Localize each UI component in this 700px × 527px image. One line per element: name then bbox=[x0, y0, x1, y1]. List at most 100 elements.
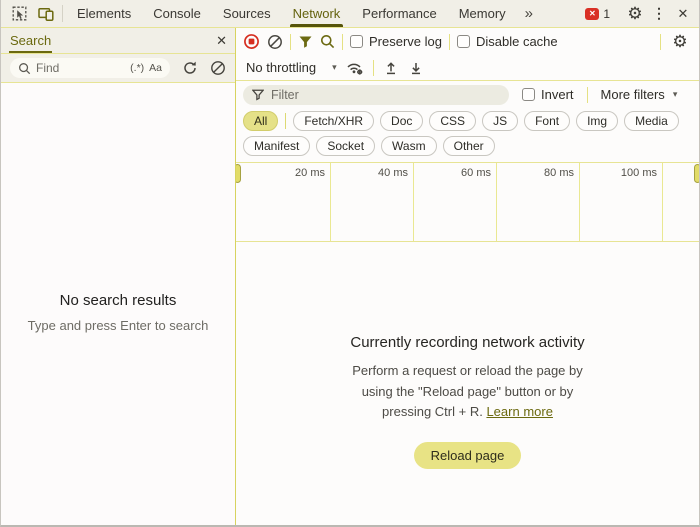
filter-chip-img[interactable]: Img bbox=[576, 111, 618, 131]
toolbar-divider bbox=[660, 34, 661, 50]
disable-cache-checkbox-group[interactable]: Disable cache bbox=[457, 34, 558, 49]
device-toolbar-button[interactable] bbox=[33, 0, 59, 27]
funnel-icon bbox=[252, 89, 264, 101]
download-icon bbox=[408, 60, 424, 76]
toolbar-divider bbox=[62, 5, 63, 22]
toolbar-divider bbox=[342, 34, 343, 50]
invert-checkbox-group[interactable]: Invert bbox=[522, 87, 574, 102]
timeline-gridline bbox=[413, 163, 414, 241]
filter-chip-css[interactable]: CSS bbox=[429, 111, 476, 131]
filter-chip-fetch-xhr[interactable]: Fetch/XHR bbox=[293, 111, 374, 131]
filter-toggle-button[interactable] bbox=[298, 35, 313, 49]
filter-chip-wasm[interactable]: Wasm bbox=[381, 136, 437, 156]
regex-toggle[interactable]: (.*) bbox=[130, 62, 144, 74]
no-results-subtitle: Type and press Enter to search bbox=[28, 318, 209, 333]
settings-gear-icon[interactable]: ⚙ bbox=[623, 1, 647, 27]
preserve-log-label: Preserve log bbox=[369, 34, 442, 49]
timeline-tick-label: 60 ms bbox=[461, 167, 496, 179]
network-empty-state: Currently recording network activity Per… bbox=[236, 242, 699, 527]
network-panel: Preserve log Disable cache ⚙ No throttli… bbox=[236, 28, 699, 527]
tab-sources[interactable]: Sources bbox=[212, 0, 282, 27]
search-panel-title: Search bbox=[9, 28, 52, 53]
throttling-value: No throttling bbox=[246, 60, 316, 75]
recording-instructions: Perform a request or reload the page by … bbox=[352, 361, 583, 423]
reload-page-button[interactable]: Reload page bbox=[414, 442, 522, 469]
recording-title: Currently recording network activity bbox=[350, 334, 584, 351]
search-panel: Search ✕ (.*) Aa bbox=[1, 28, 236, 527]
tab-elements[interactable]: Elements bbox=[66, 0, 142, 27]
toolbar-divider bbox=[587, 87, 588, 103]
timeline-tick-label: 80 ms bbox=[544, 167, 579, 179]
search-icon bbox=[18, 62, 31, 75]
chip-divider bbox=[285, 113, 286, 129]
close-devtools-button[interactable]: ✕ bbox=[671, 1, 695, 27]
devtools-tab-bar: ElementsConsoleSourcesNetworkPerformance… bbox=[1, 0, 699, 28]
network-toolbar-main: Preserve log Disable cache ⚙ bbox=[236, 28, 699, 55]
toolbar-divider bbox=[290, 34, 291, 50]
kebab-menu-icon[interactable]: ⋮ bbox=[647, 1, 671, 27]
match-case-toggle[interactable]: Aa bbox=[149, 62, 162, 74]
network-settings-gear-icon[interactable]: ⚙ bbox=[668, 29, 692, 55]
find-input-wrap: (.*) Aa bbox=[10, 58, 170, 78]
funnel-icon bbox=[298, 35, 313, 49]
throttling-select[interactable]: No throttling ▾ bbox=[245, 60, 337, 75]
filter-chip-font[interactable]: Font bbox=[524, 111, 570, 131]
find-input[interactable] bbox=[36, 61, 125, 75]
export-har-button[interactable] bbox=[408, 60, 424, 76]
error-badge[interactable]: ✕ 1 bbox=[579, 7, 616, 21]
search-network-button[interactable] bbox=[320, 34, 335, 49]
network-toolbar-conditions: No throttling ▾ bbox=[236, 55, 699, 81]
filter-input[interactable] bbox=[271, 88, 500, 102]
preserve-log-checkbox[interactable] bbox=[350, 35, 363, 48]
filter-chip-js[interactable]: JS bbox=[482, 111, 518, 131]
learn-more-link[interactable]: Learn more bbox=[486, 404, 552, 419]
more-filters-button[interactable]: More filters ▾ bbox=[601, 87, 683, 102]
filter-chip-all[interactable]: All bbox=[243, 111, 278, 131]
filter-chip-manifest[interactable]: Manifest bbox=[243, 136, 310, 156]
instruction-line: using the "Reload page" button or by bbox=[352, 382, 583, 403]
tab-performance[interactable]: Performance bbox=[351, 0, 447, 27]
import-har-button[interactable] bbox=[383, 60, 399, 76]
clear-icon bbox=[210, 60, 226, 76]
error-count: 1 bbox=[603, 7, 610, 21]
filter-chip-doc[interactable]: Doc bbox=[380, 111, 423, 131]
tab-network[interactable]: Network bbox=[282, 0, 352, 27]
clear-icon bbox=[267, 34, 283, 50]
timeline-tick-label: 40 ms bbox=[378, 167, 413, 179]
preserve-log-checkbox-group[interactable]: Preserve log bbox=[350, 34, 442, 49]
chevron-down-icon: ▾ bbox=[673, 89, 678, 100]
refresh-search-button[interactable] bbox=[182, 60, 198, 76]
clear-network-log-button[interactable] bbox=[267, 34, 283, 50]
inspect-cursor-icon bbox=[12, 6, 28, 22]
more-tabs-button[interactable]: » bbox=[517, 0, 541, 27]
inspect-element-button[interactable] bbox=[7, 0, 33, 27]
devtools-window: ElementsConsoleSourcesNetworkPerformance… bbox=[0, 0, 700, 527]
more-filters-label: More filters bbox=[601, 87, 665, 102]
record-network-log-button[interactable] bbox=[243, 33, 260, 50]
no-results-title: No search results bbox=[60, 292, 177, 309]
refresh-icon bbox=[182, 60, 198, 76]
timeline-tick-label: 20 ms bbox=[295, 167, 330, 179]
timeline-gridline bbox=[662, 163, 663, 241]
upload-icon bbox=[383, 60, 399, 76]
clear-search-button[interactable] bbox=[210, 60, 226, 76]
toolbar-divider bbox=[373, 60, 374, 76]
tab-memory[interactable]: Memory bbox=[448, 0, 517, 27]
chevron-down-icon: ▾ bbox=[332, 62, 337, 73]
filter-chip-socket[interactable]: Socket bbox=[316, 136, 375, 156]
network-conditions-button[interactable] bbox=[346, 60, 364, 76]
timeline-gridline bbox=[579, 163, 580, 241]
timeline-right-handle[interactable] bbox=[694, 164, 699, 183]
device-toolbar-icon bbox=[38, 6, 55, 22]
devtools-body: Search ✕ (.*) Aa bbox=[1, 28, 699, 527]
invert-checkbox[interactable] bbox=[522, 88, 535, 101]
close-search-panel-button[interactable]: ✕ bbox=[216, 28, 227, 53]
timeline-left-handle[interactable] bbox=[236, 164, 241, 183]
toolbar-divider bbox=[449, 34, 450, 50]
timeline-gridline bbox=[496, 163, 497, 241]
error-badge-icon: ✕ bbox=[585, 8, 599, 20]
filter-chip-other[interactable]: Other bbox=[443, 136, 495, 156]
filter-chip-media[interactable]: Media bbox=[624, 111, 679, 131]
disable-cache-checkbox[interactable] bbox=[457, 35, 470, 48]
tab-console[interactable]: Console bbox=[142, 0, 212, 27]
